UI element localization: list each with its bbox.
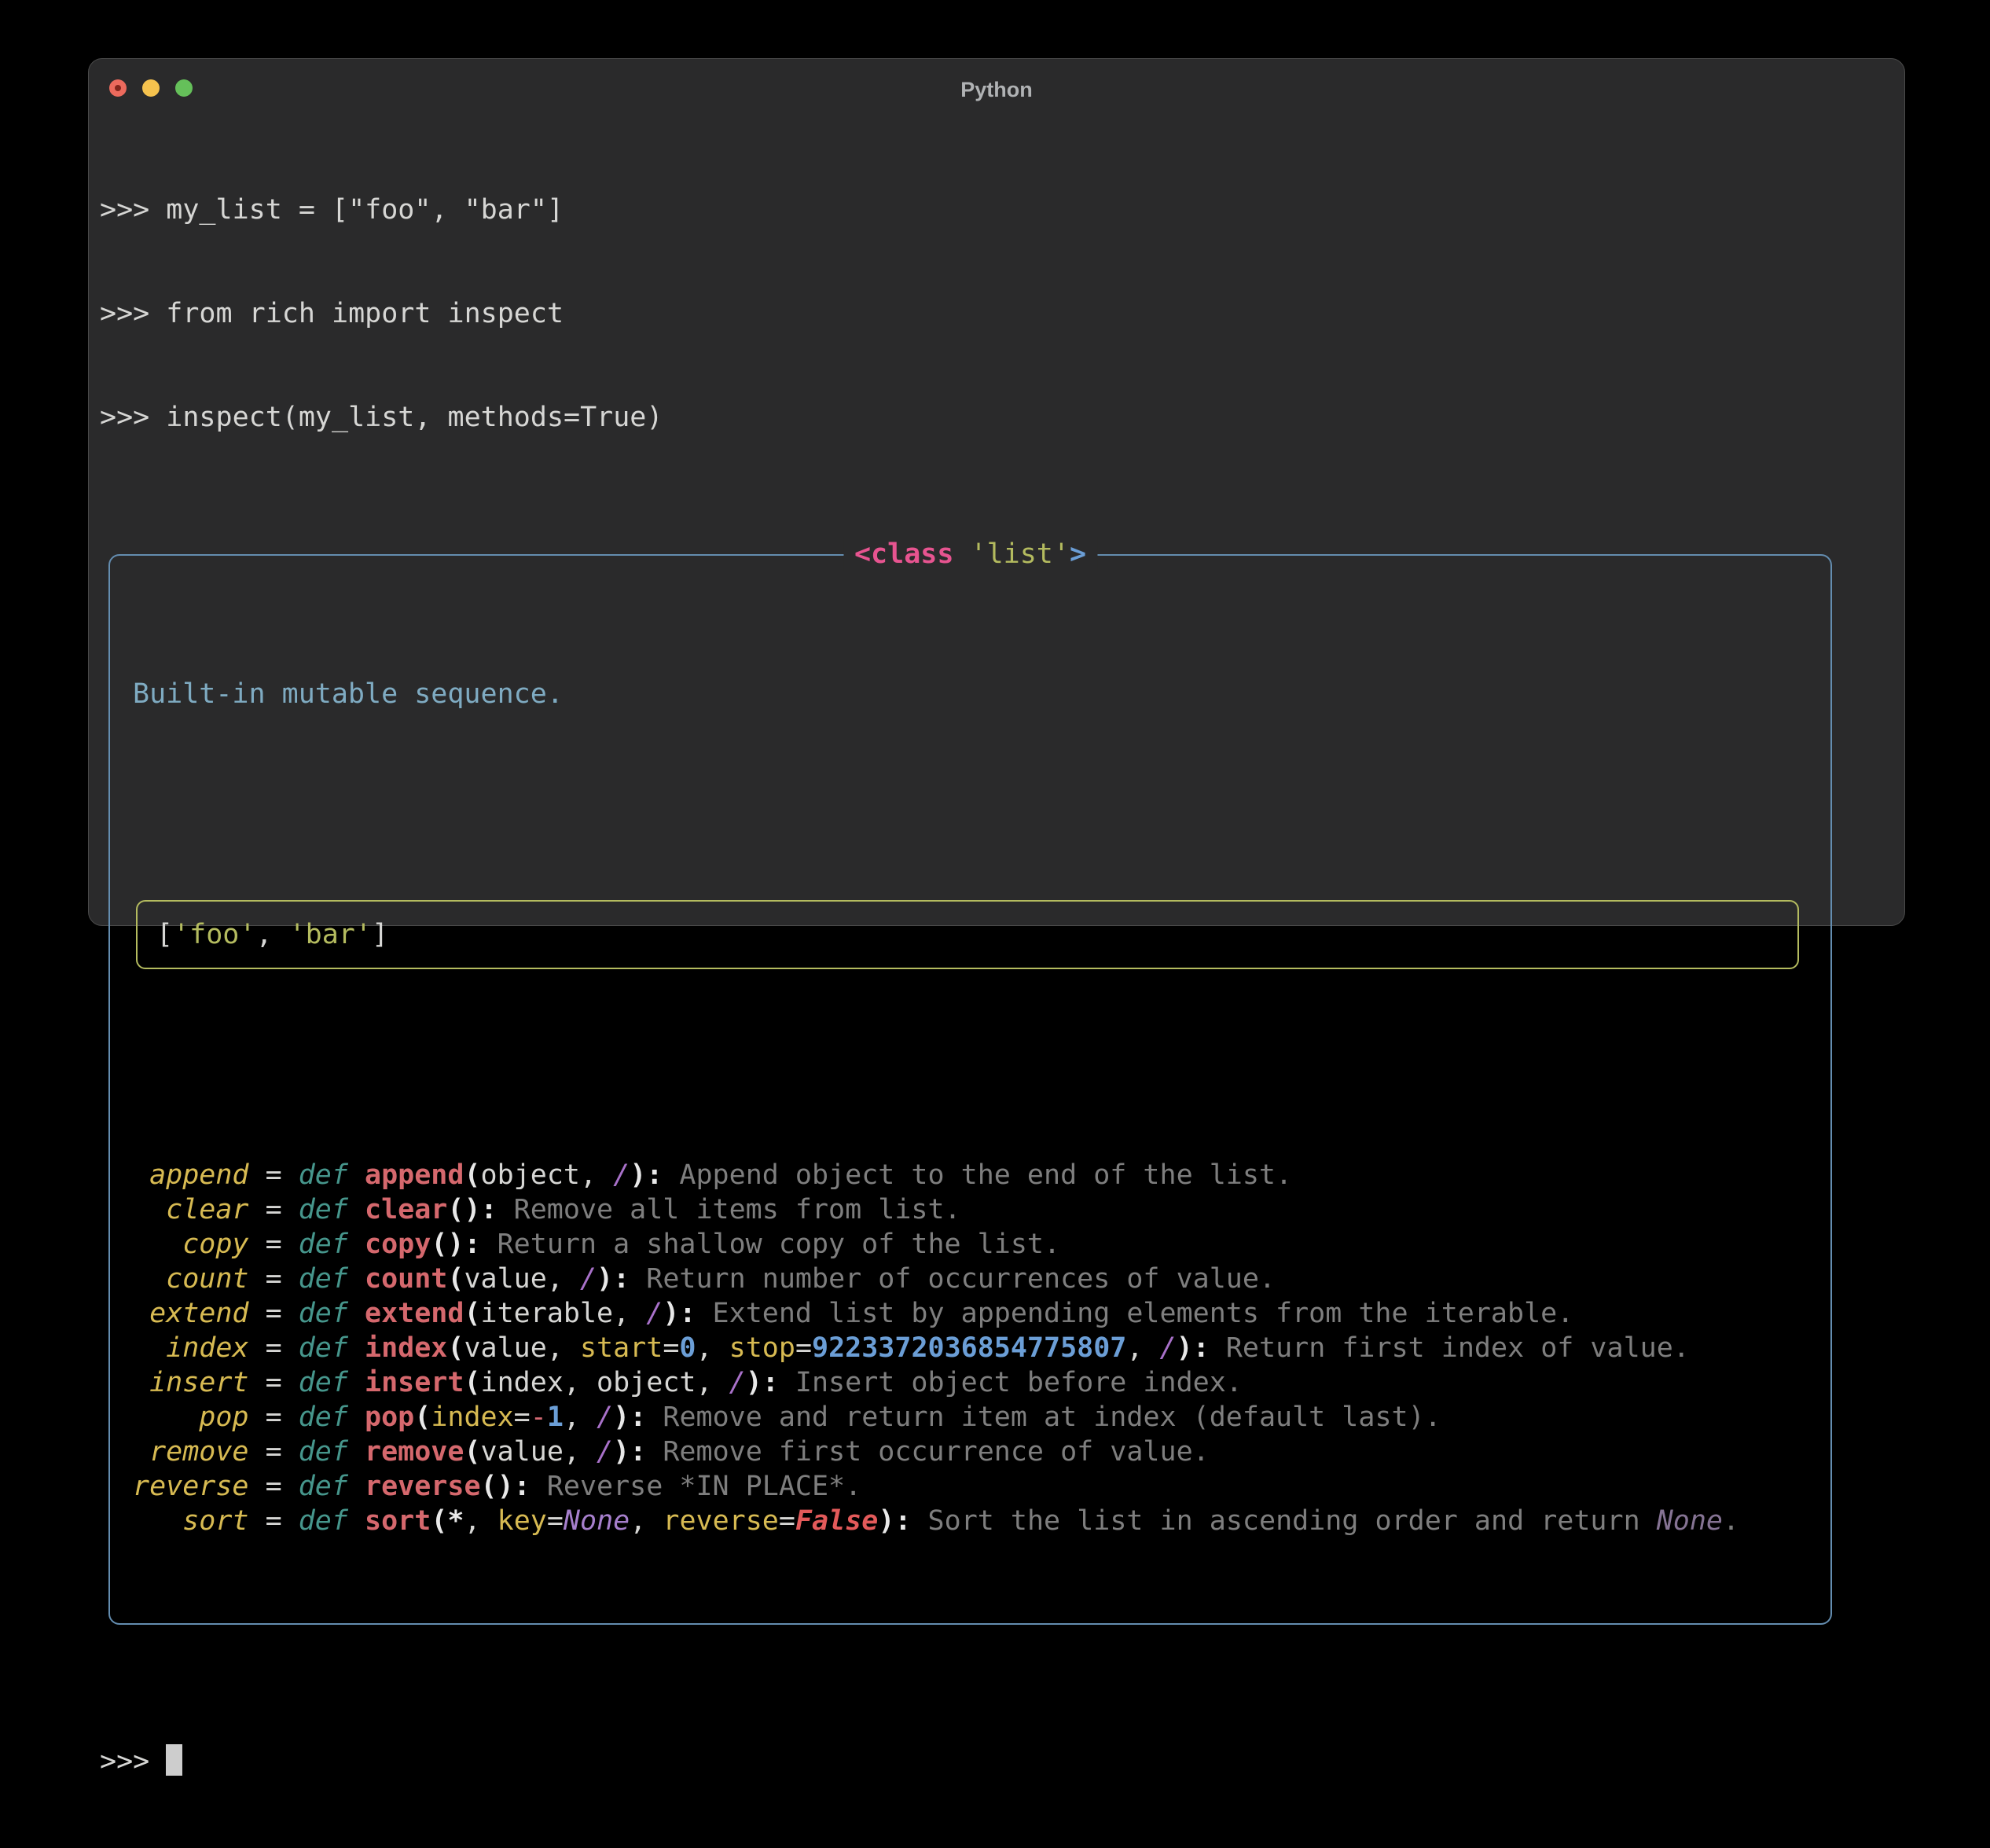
prompt-line-1: >>> my_list = ["foo", "bar"]: [100, 194, 564, 226]
method-name: pop: [199, 1402, 249, 1433]
inspect-panel: <class 'list'> Built-in mutable sequence…: [108, 537, 1832, 1625]
title-bar[interactable]: Python: [89, 59, 1904, 114]
method-row-pop: pop = def pop(index=-1, /): Remove and r…: [110, 1400, 1830, 1435]
method-row-extend: extend = def extend(iterable, /): Extend…: [110, 1296, 1830, 1331]
panel-title-class-list: <class 'list'>: [843, 537, 1098, 571]
method-name: count: [166, 1263, 249, 1295]
method-row-sort: sort = def sort(*, key=None, reverse=Fal…: [110, 1504, 1830, 1538]
prompt-line-3: >>> inspect(my_list, methods=True): [100, 402, 663, 433]
docstring: Built-in mutable sequence.: [133, 678, 564, 710]
method-name: append: [149, 1159, 249, 1191]
method-name: extend: [149, 1298, 249, 1329]
method-row-append: append = def append(object, /): Append o…: [110, 1158, 1830, 1192]
method-name: clear: [166, 1194, 249, 1225]
prompt-chevrons: >>>: [100, 1746, 167, 1777]
prompt-line-2: >>> from rich import inspect: [100, 298, 564, 329]
input-prompt-line[interactable]: >>>: [100, 1744, 1893, 1779]
method-name: reverse: [133, 1471, 249, 1502]
method-row-remove: remove = def remove(value, /): Remove fi…: [110, 1435, 1830, 1469]
terminal-content[interactable]: >>> my_list = ["foo", "bar"] >>> from ri…: [89, 114, 1904, 1848]
value-box: ['foo', 'bar']: [136, 900, 1799, 969]
methods-list: append = def append(object, /): Append o…: [110, 1158, 1830, 1538]
method-row-insert: insert = def insert(index, object, /): I…: [110, 1365, 1830, 1400]
method-name: sort: [182, 1505, 249, 1537]
method-row-index: index = def index(value, start=0, stop=9…: [110, 1331, 1830, 1365]
window-title: Python: [960, 78, 1033, 101]
terminal-cursor[interactable]: [166, 1744, 183, 1776]
list-value: ['foo', 'bar']: [156, 919, 389, 950]
method-name: copy: [182, 1229, 249, 1260]
method-row-reverse: reverse = def reverse(): Reverse *IN PLA…: [133, 1471, 862, 1502]
method-row-clear: clear = def clear(): Remove all items fr…: [110, 1192, 1830, 1227]
method-name: index: [166, 1332, 249, 1364]
method-row-count: count = def count(value, /): Return numb…: [110, 1262, 1830, 1296]
terminal-window: Python >>> my_list = ["foo", "bar"] >>> …: [88, 58, 1905, 1777]
method-row-copy: copy = def copy(): Return a shallow copy…: [110, 1227, 1830, 1262]
method-name: insert: [149, 1367, 249, 1398]
method-name: remove: [149, 1436, 249, 1468]
